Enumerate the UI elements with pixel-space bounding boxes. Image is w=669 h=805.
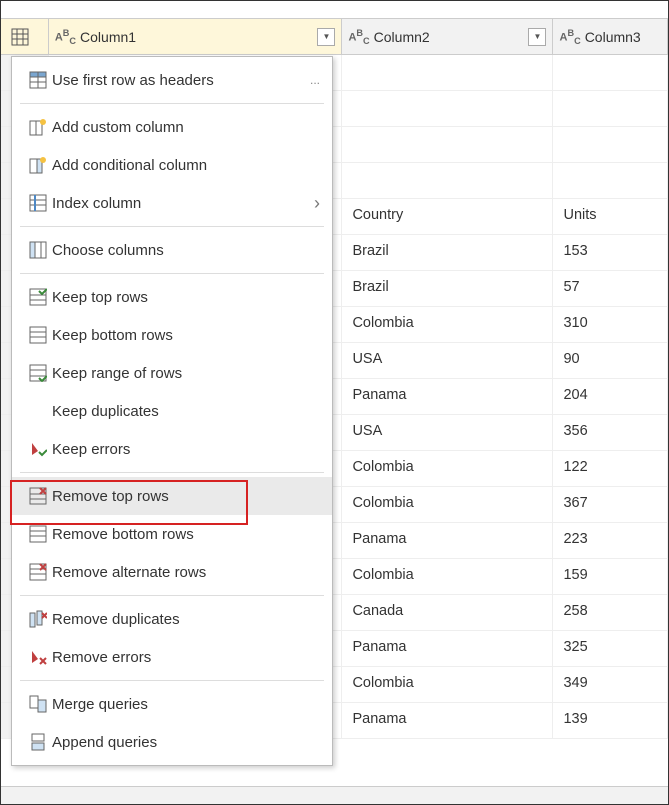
menu-append-queries[interactable]: Append queries: [12, 723, 332, 761]
menu-remove-duplicates[interactable]: Remove duplicates: [12, 600, 332, 638]
cell-column3[interactable]: [553, 127, 668, 162]
column-header-3[interactable]: ABC Column3: [553, 19, 668, 54]
cell-column2[interactable]: Colombia: [342, 451, 553, 486]
column-headers: ABC Column1 ▼ ABC Column2 ▼ ABC Column3: [1, 19, 668, 55]
cell-column3[interactable]: 356: [553, 415, 668, 450]
remove-alternate-rows-icon: [24, 563, 52, 581]
cell-column2[interactable]: Brazil: [342, 235, 553, 270]
cell-column3[interactable]: Units: [553, 199, 668, 234]
column-header-1[interactable]: ABC Column1 ▼: [49, 19, 343, 54]
cell-column2[interactable]: [342, 127, 553, 162]
menu-choose-columns[interactable]: Choose columns: [12, 231, 332, 269]
cell-column2[interactable]: Panama: [342, 523, 553, 558]
cell-column2[interactable]: Colombia: [342, 307, 553, 342]
menu-keep-errors[interactable]: Keep errors: [12, 430, 332, 468]
column-name: Column2: [374, 29, 529, 45]
cell-column3[interactable]: 310: [553, 307, 668, 342]
menu-remove-errors[interactable]: Remove errors: [12, 638, 332, 676]
cell-column2[interactable]: USA: [342, 343, 553, 378]
menu-add-conditional-column[interactable]: Add conditional column: [12, 146, 332, 184]
keep-top-rows-icon: [24, 288, 52, 306]
cell-column2[interactable]: [342, 91, 553, 126]
column-filter-button[interactable]: ▼: [317, 28, 335, 46]
ellipsis: ...: [310, 73, 320, 87]
menu-add-custom-column[interactable]: Add custom column: [12, 108, 332, 146]
add-column-icon: [24, 118, 52, 136]
remove-top-rows-icon: [24, 487, 52, 505]
cell-column2[interactable]: Panama: [342, 703, 553, 738]
remove-errors-icon: [24, 648, 52, 666]
abc-type-icon: ABC: [55, 28, 76, 46]
cell-column2[interactable]: Panama: [342, 379, 553, 414]
abc-type-icon: ABC: [348, 28, 369, 46]
cell-column2[interactable]: Country: [342, 199, 553, 234]
append-queries-icon: [24, 733, 52, 751]
table-menu-button[interactable]: [1, 19, 49, 54]
cell-column2[interactable]: [342, 163, 553, 198]
remove-duplicates-icon: [24, 610, 52, 628]
table-icon: [11, 28, 29, 46]
cell-column2[interactable]: Brazil: [342, 271, 553, 306]
index-column-icon: [24, 194, 52, 212]
menu-merge-queries[interactable]: Merge queries: [12, 685, 332, 723]
menu-remove-top-rows[interactable]: Remove top rows: [12, 477, 332, 515]
cell-column3[interactable]: 204: [553, 379, 668, 414]
keep-errors-icon: [24, 440, 52, 458]
cell-column3[interactable]: [553, 163, 668, 198]
column-name: Column1: [80, 29, 317, 45]
remove-bottom-rows-icon: [24, 525, 52, 543]
cell-column2[interactable]: [342, 55, 553, 90]
column-filter-button[interactable]: ▼: [528, 28, 546, 46]
cell-column2[interactable]: Canada: [342, 595, 553, 630]
chevron-right-icon: ›: [314, 193, 320, 214]
cell-column2[interactable]: Panama: [342, 631, 553, 666]
keep-range-rows-icon: [24, 364, 52, 382]
cell-column2[interactable]: USA: [342, 415, 553, 450]
menu-keep-bottom-rows[interactable]: Keep bottom rows: [12, 316, 332, 354]
choose-columns-icon: [24, 241, 52, 259]
cell-column3[interactable]: 139: [553, 703, 668, 738]
footer-bar: [1, 786, 668, 804]
column-name: Column3: [585, 29, 661, 45]
cell-column3[interactable]: 122: [553, 451, 668, 486]
cell-column3[interactable]: 159: [553, 559, 668, 594]
cell-column3[interactable]: 57: [553, 271, 668, 306]
cell-column3[interactable]: [553, 91, 668, 126]
cell-column3[interactable]: 258: [553, 595, 668, 630]
menu-keep-range-of-rows[interactable]: Keep range of rows: [12, 354, 332, 392]
merge-queries-icon: [24, 695, 52, 713]
cell-column3[interactable]: 325: [553, 631, 668, 666]
cell-column3[interactable]: 153: [553, 235, 668, 270]
conditional-column-icon: [24, 156, 52, 174]
cell-column2[interactable]: Colombia: [342, 559, 553, 594]
table-context-menu: Use first row as headers ... Add custom …: [11, 56, 333, 766]
cell-column2[interactable]: Colombia: [342, 667, 553, 702]
menu-use-first-row-as-headers[interactable]: Use first row as headers ...: [12, 61, 332, 99]
menu-remove-alternate-rows[interactable]: Remove alternate rows: [12, 553, 332, 591]
table-icon: [24, 71, 52, 89]
cell-column3[interactable]: 349: [553, 667, 668, 702]
cell-column3[interactable]: 90: [553, 343, 668, 378]
cell-column3[interactable]: 223: [553, 523, 668, 558]
cell-column3[interactable]: 367: [553, 487, 668, 522]
menu-keep-top-rows[interactable]: Keep top rows: [12, 278, 332, 316]
cell-column3[interactable]: [553, 55, 668, 90]
menu-keep-duplicates[interactable]: Keep duplicates: [12, 392, 332, 430]
keep-bottom-rows-icon: [24, 326, 52, 344]
column-header-2[interactable]: ABC Column2 ▼: [342, 19, 553, 54]
menu-index-column[interactable]: Index column ›: [12, 184, 332, 222]
abc-type-icon: ABC: [559, 28, 580, 46]
cell-column2[interactable]: Colombia: [342, 487, 553, 522]
menu-remove-bottom-rows[interactable]: Remove bottom rows: [12, 515, 332, 553]
